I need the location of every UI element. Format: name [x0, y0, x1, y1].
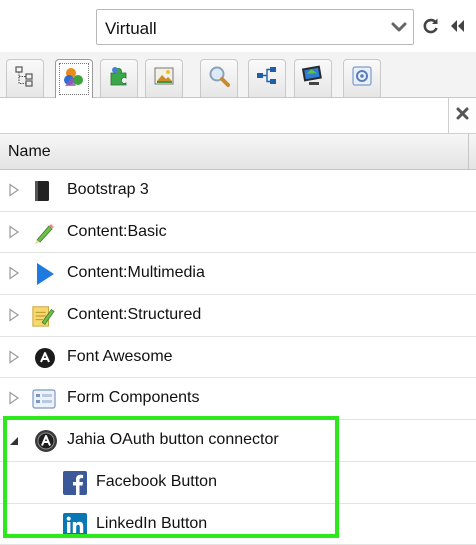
expand-triangle-icon[interactable] [8, 350, 20, 364]
tree-row-label: Form Components [67, 389, 200, 407]
tree-row-facebook-button[interactable]: Facebook Button [0, 462, 476, 504]
expand-triangle-icon[interactable] [8, 391, 20, 405]
notepad-pencil-icon [31, 304, 55, 328]
tree-row-content-multimedia[interactable]: Content:Multimedia [0, 253, 476, 295]
monitor-icon [301, 64, 325, 93]
tree-row-label: LinkedIn Button [96, 515, 207, 533]
tab-settings[interactable] [343, 59, 381, 97]
play-icon [33, 262, 57, 286]
filter-input[interactable] [0, 98, 448, 133]
collapse-triangle-icon[interactable] [8, 434, 20, 448]
tree-row-label: Font Awesome [67, 348, 173, 366]
oauth-icon [34, 429, 58, 453]
content-type-tree: Bootstrap 3 Content:Basic [0, 170, 476, 545]
chevron-down-icon[interactable] [385, 10, 413, 44]
tree-row-bootstrap-3[interactable]: Bootstrap 3 [0, 170, 476, 212]
puzzle-icon [108, 65, 130, 92]
pencil-icon [32, 221, 56, 245]
grid-header: Name [0, 134, 476, 170]
expand-triangle-icon[interactable] [8, 308, 20, 322]
form-icon [32, 387, 56, 411]
tab-hierarchy[interactable] [248, 59, 286, 97]
tree-row-label: Content:Multimedia [67, 264, 205, 282]
tab-images[interactable] [145, 59, 183, 97]
hierarchy-icon [255, 65, 279, 92]
site-selector-row: Virtuall [0, 0, 476, 52]
site-select[interactable]: Virtuall [96, 9, 414, 45]
tree-row-content-basic[interactable]: Content:Basic [0, 212, 476, 254]
tree-row-font-awesome[interactable]: Font Awesome [0, 337, 476, 379]
settings-icon [351, 65, 373, 92]
tab-content-types[interactable] [55, 59, 93, 98]
expand-triangle-icon[interactable] [8, 183, 20, 197]
column-divider [468, 134, 469, 169]
tree-row-label: Facebook Button [96, 473, 217, 491]
double-chevron-left-icon[interactable] [447, 14, 467, 38]
content-types-icon [62, 65, 86, 94]
picker-tabs [0, 52, 476, 98]
tree-row-label: Jahia OAuth button connector [67, 431, 279, 449]
tree-structure-icon [14, 65, 36, 92]
clear-filter-button[interactable] [448, 98, 476, 133]
font-awesome-icon [33, 346, 57, 370]
facebook-icon [63, 471, 87, 495]
tab-modules[interactable] [100, 59, 138, 97]
book-icon [30, 179, 54, 203]
close-icon [456, 107, 469, 125]
content-picker-panel: Virtuall [0, 0, 476, 542]
tree-row-label: Content:Structured [67, 306, 201, 324]
refresh-icon[interactable] [421, 14, 441, 38]
expand-triangle-icon[interactable] [8, 225, 20, 239]
column-header-name[interactable]: Name [8, 143, 51, 161]
site-select-value: Virtuall [105, 19, 157, 39]
search-icon [207, 64, 231, 93]
expand-triangle-icon[interactable] [8, 266, 20, 280]
tree-row-label: Bootstrap 3 [67, 181, 149, 199]
tree-row-content-structured[interactable]: Content:Structured [0, 295, 476, 337]
tab-search[interactable] [200, 59, 238, 97]
tree-row-jahia-oauth-button-connector[interactable]: Jahia OAuth button connector [0, 420, 476, 462]
tab-tree-structure[interactable] [6, 59, 44, 97]
tree-row-form-components[interactable]: Form Components [0, 378, 476, 420]
image-gallery-icon [153, 65, 175, 92]
tree-row-label: Content:Basic [67, 223, 167, 241]
linkedin-icon [63, 513, 87, 537]
tree-row-linkedin-button[interactable]: LinkedIn Button [0, 504, 476, 545]
tab-monitor[interactable] [294, 59, 332, 97]
filter-row [0, 98, 476, 134]
